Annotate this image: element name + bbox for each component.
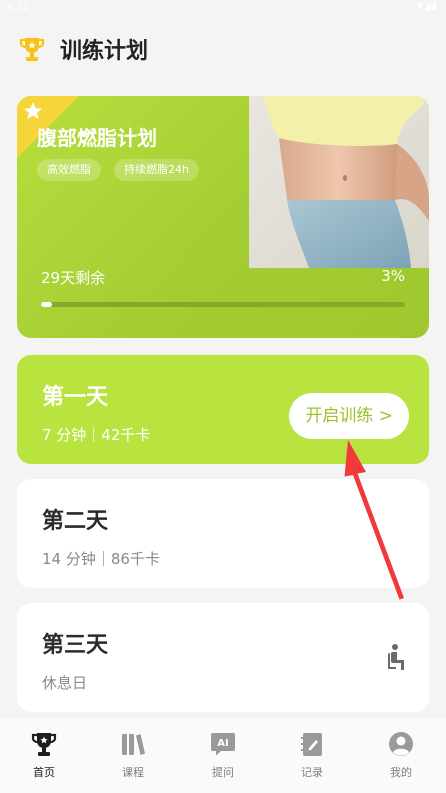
tab-course[interactable]: 课程 [103, 730, 163, 780]
progress-bar [41, 302, 405, 307]
day-summary: 14 分钟｜86千卡 [42, 550, 160, 568]
trophy-icon [31, 733, 57, 756]
notebook-icon [301, 733, 322, 756]
tab-label: 首页 [33, 766, 55, 779]
tab-label: 课程 [122, 766, 144, 779]
ai-icon: AI [211, 733, 235, 756]
status-bar: 4:31 ▼◢▮ [0, 0, 446, 18]
tab-ask[interactable]: AI 提问 [193, 730, 253, 780]
day-title: 第二天 [42, 509, 109, 534]
rest-icon [388, 644, 404, 670]
page-header: 训练计划 [18, 34, 148, 64]
plan-tag: 持续燃脂24h [114, 159, 199, 181]
day-card-1[interactable]: 第一天 7 分钟｜42千卡 开启训练 > [17, 355, 429, 464]
tab-label: 提问 [212, 766, 234, 779]
plan-tag: 高效燃脂 [37, 159, 101, 181]
days-remaining: 29天剩余 [41, 269, 106, 287]
tab-label: 我的 [390, 766, 412, 779]
day-card-3[interactable]: 第三天 休息日 [17, 603, 429, 712]
start-training-button[interactable]: 开启训练 > [289, 393, 409, 439]
user-icon [389, 732, 413, 756]
day-summary: 休息日 [42, 674, 88, 692]
day-card-2[interactable]: 第二天 14 分钟｜86千卡 [17, 479, 429, 588]
status-time: 4:31 [6, 2, 29, 13]
day-summary: 7 分钟｜42千卡 [42, 426, 151, 444]
plan-card[interactable]: 腹部燃脂计划 高效燃脂 持续燃脂24h 29天剩余 3% [17, 96, 429, 338]
progress-percent: 3% [381, 267, 405, 285]
progress-fill [41, 302, 52, 307]
tab-home[interactable]: 首页 [14, 730, 74, 780]
tab-record[interactable]: 记录 [282, 730, 342, 780]
books-icon [122, 734, 145, 755]
fitness-photo [249, 96, 429, 268]
page-title: 训练计划 [60, 39, 149, 64]
day-title: 第一天 [42, 385, 109, 410]
svg-text:AI: AI [217, 738, 228, 749]
plan-title: 腹部燃脂计划 [37, 126, 157, 150]
status-icons: ▼◢▮ [416, 2, 438, 12]
tab-label: 记录 [301, 766, 323, 779]
bottom-tab-bar: 首页 课程 AI 提问 记录 我的 [0, 718, 446, 793]
trophy-icon [19, 38, 45, 61]
tab-mine[interactable]: 我的 [371, 730, 431, 780]
day-title: 第三天 [42, 633, 109, 658]
